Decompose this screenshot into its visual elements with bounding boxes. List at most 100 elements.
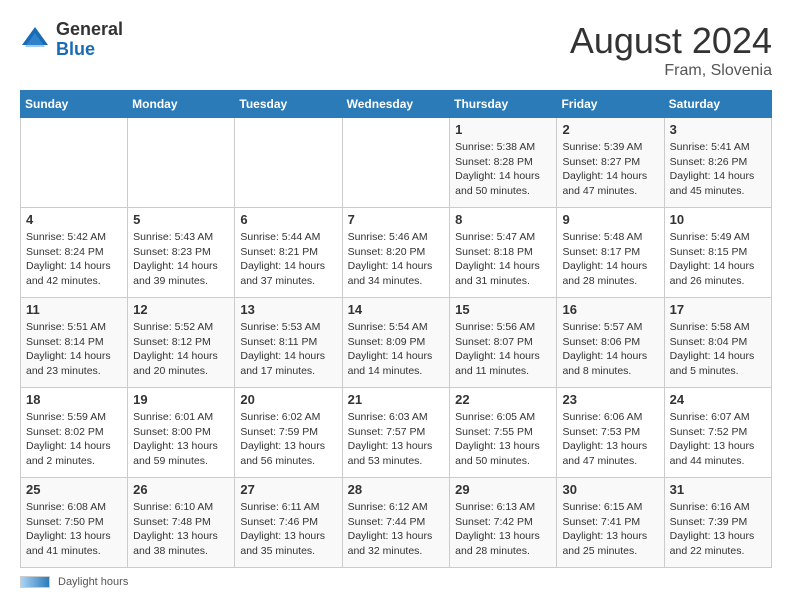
day-info: Sunrise: 6:16 AM Sunset: 7:39 PM Dayligh… xyxy=(670,500,766,559)
day-number: 11 xyxy=(26,302,122,317)
calendar-day-cell: 18 Sunrise: 5:59 AM Sunset: 8:02 PM Dayl… xyxy=(21,388,128,478)
calendar-day-cell: 7 Sunrise: 5:46 AM Sunset: 8:20 PM Dayli… xyxy=(342,208,450,298)
calendar-day-cell: 11 Sunrise: 5:51 AM Sunset: 8:14 PM Dayl… xyxy=(21,298,128,388)
calendar-day-cell xyxy=(342,118,450,208)
day-info: Sunrise: 5:52 AM Sunset: 8:12 PM Dayligh… xyxy=(133,320,229,379)
calendar-week-row: 25 Sunrise: 6:08 AM Sunset: 7:50 PM Dayl… xyxy=(21,478,772,568)
calendar-day-cell: 13 Sunrise: 5:53 AM Sunset: 8:11 PM Dayl… xyxy=(235,298,342,388)
day-info: Sunrise: 5:48 AM Sunset: 8:17 PM Dayligh… xyxy=(562,230,658,289)
calendar-table: SundayMondayTuesdayWednesdayThursdayFrid… xyxy=(20,90,772,568)
day-number: 10 xyxy=(670,212,766,227)
calendar-day-cell: 6 Sunrise: 5:44 AM Sunset: 8:21 PM Dayli… xyxy=(235,208,342,298)
calendar-day-cell: 3 Sunrise: 5:41 AM Sunset: 8:26 PM Dayli… xyxy=(664,118,771,208)
day-number: 15 xyxy=(455,302,551,317)
calendar-day-cell: 30 Sunrise: 6:15 AM Sunset: 7:41 PM Dayl… xyxy=(557,478,664,568)
day-info: Sunrise: 5:56 AM Sunset: 8:07 PM Dayligh… xyxy=(455,320,551,379)
day-info: Sunrise: 6:12 AM Sunset: 7:44 PM Dayligh… xyxy=(348,500,445,559)
calendar-day-cell: 5 Sunrise: 5:43 AM Sunset: 8:23 PM Dayli… xyxy=(128,208,235,298)
day-number: 12 xyxy=(133,302,229,317)
calendar-day-cell xyxy=(235,118,342,208)
day-info: Sunrise: 6:08 AM Sunset: 7:50 PM Dayligh… xyxy=(26,500,122,559)
day-number: 27 xyxy=(240,482,336,497)
calendar-day-cell: 4 Sunrise: 5:42 AM Sunset: 8:24 PM Dayli… xyxy=(21,208,128,298)
calendar-day-cell: 19 Sunrise: 6:01 AM Sunset: 8:00 PM Dayl… xyxy=(128,388,235,478)
day-number: 22 xyxy=(455,392,551,407)
day-info: Sunrise: 5:58 AM Sunset: 8:04 PM Dayligh… xyxy=(670,320,766,379)
calendar-day-cell: 22 Sunrise: 6:05 AM Sunset: 7:55 PM Dayl… xyxy=(450,388,557,478)
day-info: Sunrise: 6:01 AM Sunset: 8:00 PM Dayligh… xyxy=(133,410,229,469)
day-number: 26 xyxy=(133,482,229,497)
day-info: Sunrise: 6:05 AM Sunset: 7:55 PM Dayligh… xyxy=(455,410,551,469)
day-number: 29 xyxy=(455,482,551,497)
logo-general: General xyxy=(56,20,123,40)
day-number: 30 xyxy=(562,482,658,497)
logo-text: General Blue xyxy=(56,20,123,60)
legend-icon xyxy=(20,576,50,588)
title-block: August 2024 Fram, Slovenia xyxy=(570,20,772,80)
calendar-day-header: Saturday xyxy=(664,91,771,118)
day-number: 4 xyxy=(26,212,122,227)
logo-icon xyxy=(20,25,50,55)
day-info: Sunrise: 5:41 AM Sunset: 8:26 PM Dayligh… xyxy=(670,140,766,199)
day-info: Sunrise: 5:59 AM Sunset: 8:02 PM Dayligh… xyxy=(26,410,122,469)
calendar-day-cell: 12 Sunrise: 5:52 AM Sunset: 8:12 PM Dayl… xyxy=(128,298,235,388)
day-info: Sunrise: 5:49 AM Sunset: 8:15 PM Dayligh… xyxy=(670,230,766,289)
day-number: 20 xyxy=(240,392,336,407)
calendar-day-cell: 2 Sunrise: 5:39 AM Sunset: 8:27 PM Dayli… xyxy=(557,118,664,208)
calendar-header-row: SundayMondayTuesdayWednesdayThursdayFrid… xyxy=(21,91,772,118)
day-info: Sunrise: 6:15 AM Sunset: 7:41 PM Dayligh… xyxy=(562,500,658,559)
day-number: 31 xyxy=(670,482,766,497)
calendar-day-cell: 9 Sunrise: 5:48 AM Sunset: 8:17 PM Dayli… xyxy=(557,208,664,298)
calendar-week-row: 1 Sunrise: 5:38 AM Sunset: 8:28 PM Dayli… xyxy=(21,118,772,208)
calendar-day-cell: 25 Sunrise: 6:08 AM Sunset: 7:50 PM Dayl… xyxy=(21,478,128,568)
day-number: 21 xyxy=(348,392,445,407)
day-info: Sunrise: 6:02 AM Sunset: 7:59 PM Dayligh… xyxy=(240,410,336,469)
calendar-day-cell: 27 Sunrise: 6:11 AM Sunset: 7:46 PM Dayl… xyxy=(235,478,342,568)
day-info: Sunrise: 6:07 AM Sunset: 7:52 PM Dayligh… xyxy=(670,410,766,469)
day-info: Sunrise: 6:06 AM Sunset: 7:53 PM Dayligh… xyxy=(562,410,658,469)
legend: Daylight hours xyxy=(20,576,772,588)
logo-blue: Blue xyxy=(56,40,123,60)
day-number: 5 xyxy=(133,212,229,227)
day-info: Sunrise: 5:47 AM Sunset: 8:18 PM Dayligh… xyxy=(455,230,551,289)
calendar-day-cell: 1 Sunrise: 5:38 AM Sunset: 8:28 PM Dayli… xyxy=(450,118,557,208)
calendar-week-row: 18 Sunrise: 5:59 AM Sunset: 8:02 PM Dayl… xyxy=(21,388,772,478)
day-number: 19 xyxy=(133,392,229,407)
day-number: 1 xyxy=(455,122,551,137)
calendar-day-cell: 14 Sunrise: 5:54 AM Sunset: 8:09 PM Dayl… xyxy=(342,298,450,388)
calendar-day-cell: 31 Sunrise: 6:16 AM Sunset: 7:39 PM Dayl… xyxy=(664,478,771,568)
day-number: 9 xyxy=(562,212,658,227)
day-info: Sunrise: 6:11 AM Sunset: 7:46 PM Dayligh… xyxy=(240,500,336,559)
day-info: Sunrise: 5:57 AM Sunset: 8:06 PM Dayligh… xyxy=(562,320,658,379)
calendar-day-cell: 10 Sunrise: 5:49 AM Sunset: 8:15 PM Dayl… xyxy=(664,208,771,298)
day-number: 7 xyxy=(348,212,445,227)
day-number: 28 xyxy=(348,482,445,497)
calendar-day-header: Sunday xyxy=(21,91,128,118)
day-info: Sunrise: 5:38 AM Sunset: 8:28 PM Dayligh… xyxy=(455,140,551,199)
day-number: 6 xyxy=(240,212,336,227)
day-number: 17 xyxy=(670,302,766,317)
day-number: 25 xyxy=(26,482,122,497)
calendar-day-cell: 17 Sunrise: 5:58 AM Sunset: 8:04 PM Dayl… xyxy=(664,298,771,388)
calendar-day-cell: 16 Sunrise: 5:57 AM Sunset: 8:06 PM Dayl… xyxy=(557,298,664,388)
calendar-day-cell: 29 Sunrise: 6:13 AM Sunset: 7:42 PM Dayl… xyxy=(450,478,557,568)
day-number: 18 xyxy=(26,392,122,407)
calendar-day-header: Monday xyxy=(128,91,235,118)
calendar-day-cell: 8 Sunrise: 5:47 AM Sunset: 8:18 PM Dayli… xyxy=(450,208,557,298)
calendar-day-header: Thursday xyxy=(450,91,557,118)
day-number: 13 xyxy=(240,302,336,317)
day-info: Sunrise: 5:46 AM Sunset: 8:20 PM Dayligh… xyxy=(348,230,445,289)
logo: General Blue xyxy=(20,20,123,60)
day-info: Sunrise: 5:42 AM Sunset: 8:24 PM Dayligh… xyxy=(26,230,122,289)
day-info: Sunrise: 5:39 AM Sunset: 8:27 PM Dayligh… xyxy=(562,140,658,199)
day-number: 16 xyxy=(562,302,658,317)
calendar-day-header: Friday xyxy=(557,91,664,118)
day-number: 23 xyxy=(562,392,658,407)
calendar-day-cell: 28 Sunrise: 6:12 AM Sunset: 7:44 PM Dayl… xyxy=(342,478,450,568)
day-info: Sunrise: 5:51 AM Sunset: 8:14 PM Dayligh… xyxy=(26,320,122,379)
calendar-day-header: Wednesday xyxy=(342,91,450,118)
calendar-week-row: 4 Sunrise: 5:42 AM Sunset: 8:24 PM Dayli… xyxy=(21,208,772,298)
day-number: 14 xyxy=(348,302,445,317)
day-info: Sunrise: 5:54 AM Sunset: 8:09 PM Dayligh… xyxy=(348,320,445,379)
day-info: Sunrise: 6:13 AM Sunset: 7:42 PM Dayligh… xyxy=(455,500,551,559)
